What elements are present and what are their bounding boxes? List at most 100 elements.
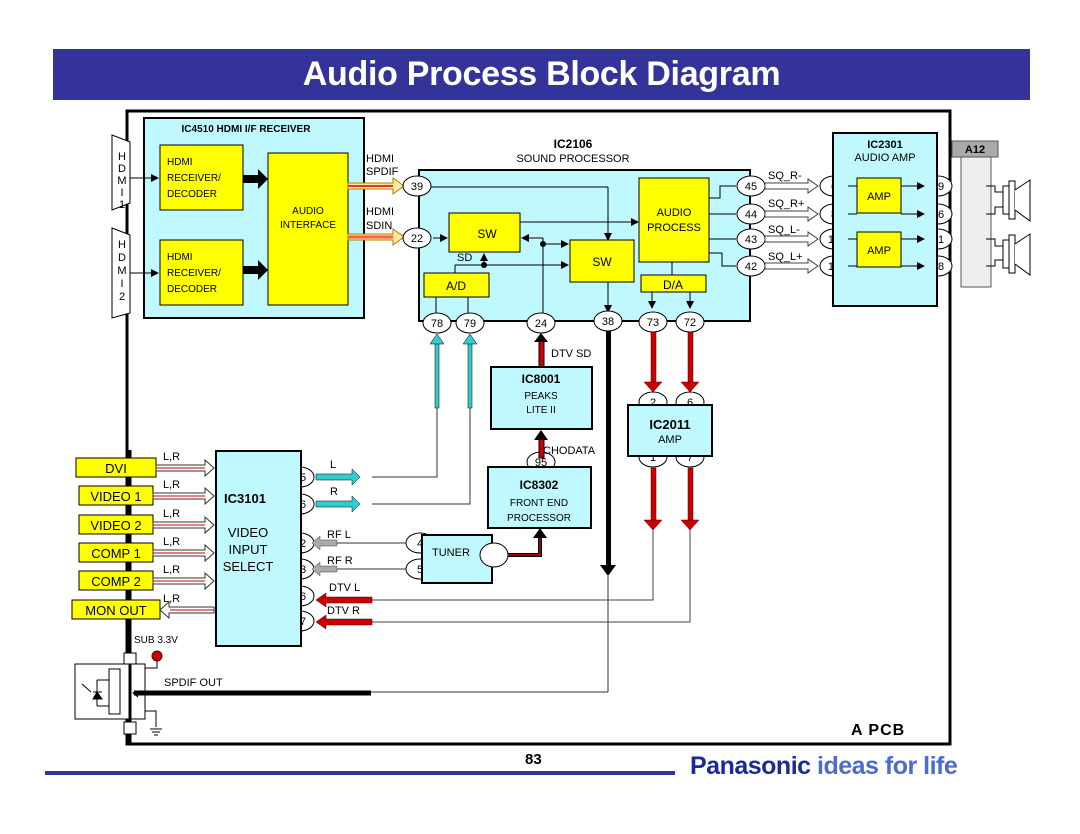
input-source-label: DVI xyxy=(105,461,127,476)
input-source-label: VIDEO 1 xyxy=(90,489,141,504)
dtv-l-label: DTV L xyxy=(329,582,360,594)
ic2011-amp: IC2011 AMP xyxy=(627,404,713,457)
ic2011-name: AMP xyxy=(658,434,682,446)
pin-number: 38 xyxy=(602,316,614,328)
input-signal-label: L,R xyxy=(163,564,180,576)
ic2106-sound-processor: IC2106 SOUND PROCESSOR SW SD SW A/D AUDI… xyxy=(418,137,751,322)
brand-logo: Panasonic ideas for life xyxy=(690,752,958,781)
hdmi2-char: D xyxy=(118,252,126,264)
ic3101-line: INPUT xyxy=(229,542,268,557)
sq-l-plus-label: SQ_L+ xyxy=(768,251,803,263)
pin-number: 43 xyxy=(745,234,757,246)
pin-number: 72 xyxy=(684,317,696,329)
input-signal-label: L,R xyxy=(163,536,180,548)
dtv-sd-path: DTV SD xyxy=(534,333,591,368)
ic2106-id: IC2106 xyxy=(554,137,593,151)
sub-3v3-label: SUB 3.3V xyxy=(134,635,178,646)
red-arrows-to-ic2011 xyxy=(643,331,700,393)
l-signal-label: L xyxy=(330,459,336,471)
input-signal-label: L,R xyxy=(163,451,180,463)
ic2301-id: IC2301 xyxy=(867,139,902,151)
ic3101-line: VIDEO xyxy=(228,525,268,540)
audio-process-block xyxy=(638,177,710,263)
pin-number: 42 xyxy=(745,261,757,273)
brand-tagline: ideas for life xyxy=(817,752,958,780)
receiver1-line: DECODER xyxy=(167,189,217,200)
dtv-r-arrow xyxy=(315,614,373,630)
ic8001-peaks-lite: IC8001 PEAKS LITE II xyxy=(490,366,593,430)
pin-number: 73 xyxy=(647,317,659,329)
ad-label: A/D xyxy=(446,279,466,293)
audio-process-line: PROCESS xyxy=(647,222,701,234)
cyan-signal-paths xyxy=(315,333,478,513)
dtv-r-label: DTV R xyxy=(327,605,360,617)
hdmi1-char: I xyxy=(120,187,123,199)
speaker-icon xyxy=(986,179,1031,222)
amp2-label: AMP xyxy=(867,245,891,257)
ic3101-id: IC3101 xyxy=(224,491,266,506)
ic2011-id: IC2011 xyxy=(649,417,690,432)
pin-number: 22 xyxy=(411,233,423,245)
hdmi2-char: I xyxy=(120,278,123,290)
board-label: A PCB xyxy=(851,722,905,739)
sq-r-plus-label: SQ_R+ xyxy=(768,198,804,210)
tuner-block: TUNER xyxy=(421,528,547,584)
ic2301-name: AUDIO AMP xyxy=(854,152,915,164)
receiver1-line: HDMI xyxy=(167,157,193,168)
hdmi-sdin-label: HDMI xyxy=(366,206,394,218)
dtv-sd-label: DTV SD xyxy=(551,348,591,360)
input-source-label: VIDEO 2 xyxy=(90,518,141,533)
input-signal-label: L,R xyxy=(163,593,180,605)
input-source-label: COMP 2 xyxy=(91,574,141,589)
pin-number: 44 xyxy=(745,209,757,221)
ic8001-line: LITE II xyxy=(526,405,555,416)
pin-number: 24 xyxy=(535,318,547,330)
ic3101-line: SELECT xyxy=(223,559,274,574)
hdmi2-char: H xyxy=(118,239,126,251)
spdif-trunk xyxy=(606,331,611,565)
ic8302-id: IC8302 xyxy=(520,478,559,492)
speaker-icon xyxy=(986,233,1031,276)
hdmi-sdin-label: SDIN xyxy=(366,220,392,232)
tuner-label: TUNER xyxy=(432,547,470,559)
ic3101-video-input-select: IC3101 VIDEO INPUT SELECT xyxy=(215,450,302,647)
sq-l-minus-label: SQ_L- xyxy=(768,224,800,236)
ic2301-audio-amp: IC2301 AUDIO AMP AMP AMP xyxy=(832,132,938,307)
pin-number: 78 xyxy=(431,318,443,330)
sd-label: SD xyxy=(457,252,472,264)
ic8302-line: FRONT END xyxy=(510,498,568,509)
footer-rule xyxy=(45,771,675,775)
input-source-label: MON OUT xyxy=(85,603,146,618)
amp1-label: AMP xyxy=(867,191,891,203)
sq-r-minus-label: SQ_R- xyxy=(768,170,802,182)
speaker-signal-arrows: SQ_R- SQ_R+ SQ_L- SQ_L+ xyxy=(764,170,819,274)
receiver2-line: DECODER xyxy=(167,284,217,295)
sw1-label: SW xyxy=(477,227,497,241)
page-number: 83 xyxy=(525,751,542,768)
hdmi2-char: M xyxy=(117,265,126,277)
ic8001-line: PEAKS xyxy=(524,391,558,402)
receiver2-line: RECEIVER/ xyxy=(167,268,221,279)
hdmi-port-1: H D M I 1 xyxy=(111,134,131,211)
ic8302-front-end-processor: IC8302 FRONT END PROCESSOR xyxy=(487,466,592,529)
pin-number: 45 xyxy=(745,181,757,193)
a12-label: A12 xyxy=(965,144,985,156)
block-diagram: H D M I 1 H D M I 2 IC4510 HDMI I/F RECE… xyxy=(71,109,1031,746)
input-source-label: COMP 1 xyxy=(91,546,141,561)
hdmi1-char: D xyxy=(118,163,126,175)
receiver1-line: RECEIVER/ xyxy=(167,173,221,184)
chodata-label: CHODATA xyxy=(543,445,596,457)
hdmi1-char: 1 xyxy=(119,199,125,211)
brand-name: Panasonic xyxy=(690,752,811,780)
hdmi-spdif-label: SPDIF xyxy=(366,166,399,178)
rf-r-label: RF R xyxy=(327,555,353,567)
audio-process-line: AUDIO xyxy=(657,207,692,219)
ic4510-hdmi-receiver: IC4510 HDMI I/F RECEIVER HDMI RECEIVER/ … xyxy=(130,117,365,319)
da-label: D/A xyxy=(663,278,683,292)
hdmi1-char: M xyxy=(117,175,126,187)
hdmi2-char: 2 xyxy=(119,291,125,303)
receiver2-line: HDMI xyxy=(167,252,193,263)
pin-number: 39 xyxy=(411,181,423,193)
spdif-out-label: SPDIF OUT xyxy=(164,677,223,689)
hdmi1-char: H xyxy=(118,151,126,163)
